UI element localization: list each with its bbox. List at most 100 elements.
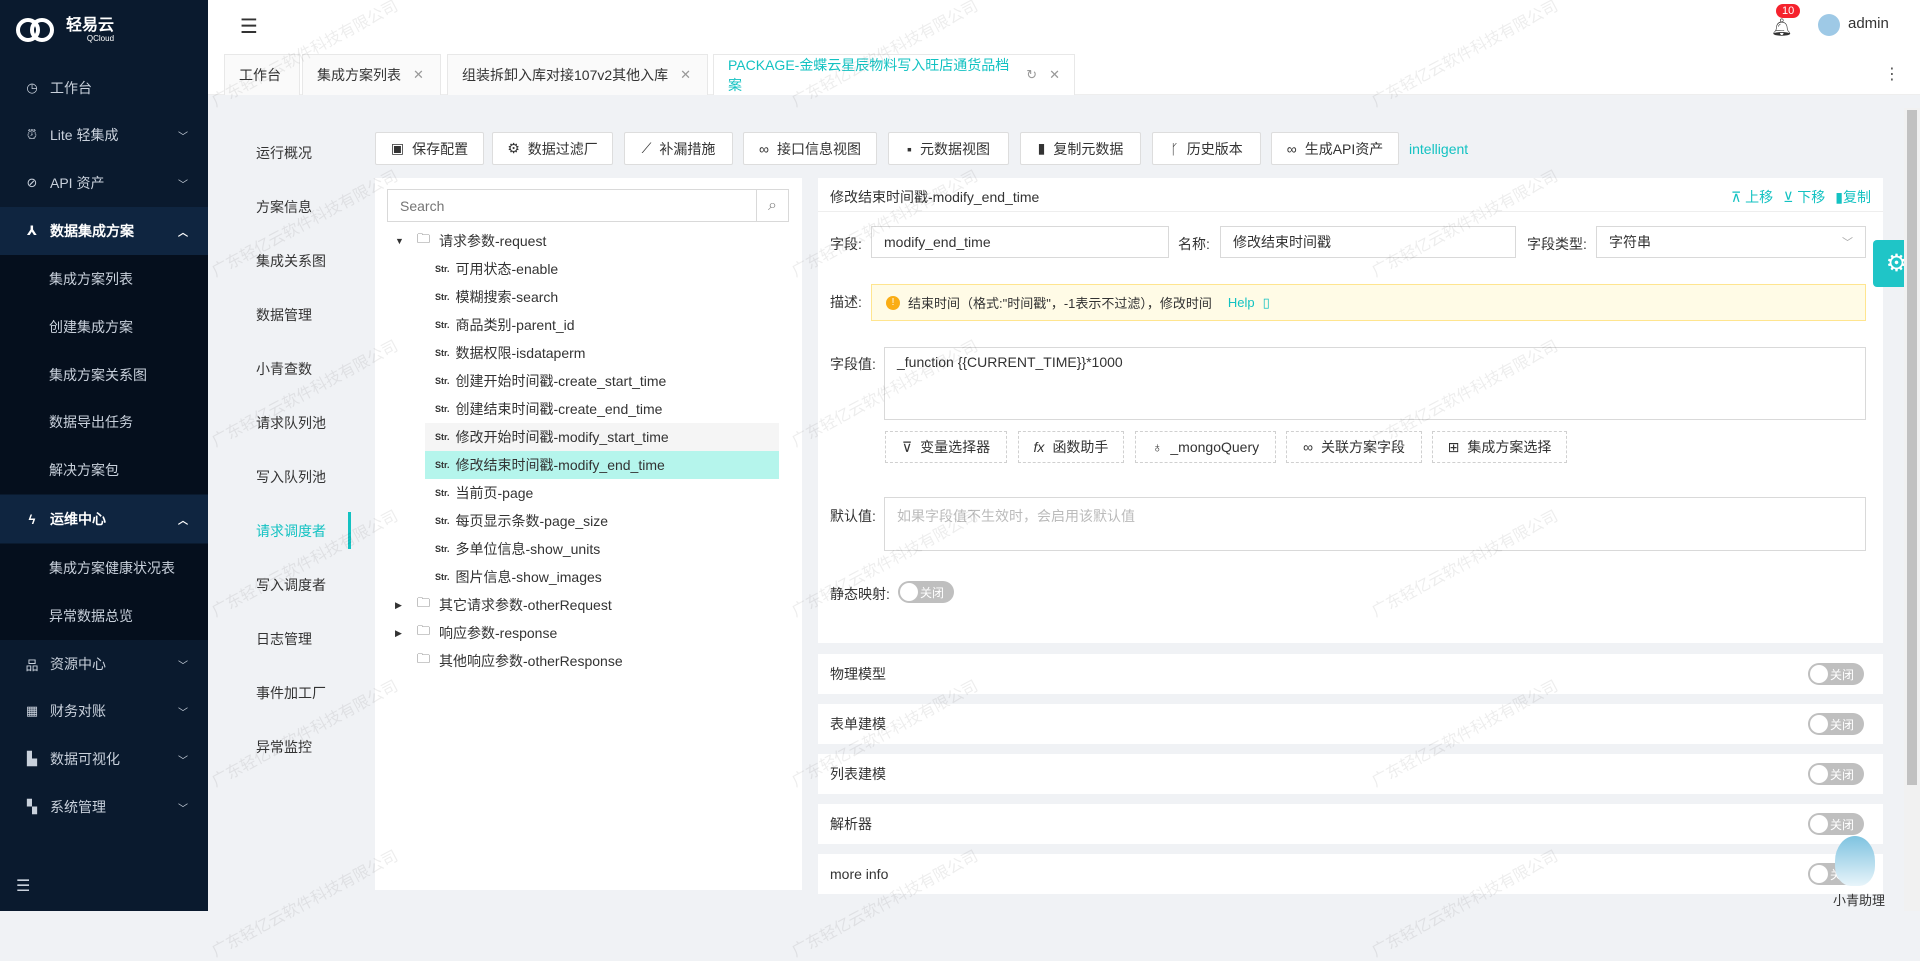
more-icon[interactable]: ⋮ xyxy=(1884,64,1900,84)
field-input[interactable]: modify_end_time xyxy=(871,226,1169,258)
subnav-item[interactable]: 事件加工厂 xyxy=(256,683,326,703)
subnav-item[interactable]: 请求调度者 xyxy=(256,521,326,541)
tab[interactable]: 工作台 xyxy=(224,54,300,95)
move-up-button[interactable]: ⊼ 上移 xyxy=(1731,187,1773,207)
name-input[interactable]: 修改结束时间戳 xyxy=(1220,226,1516,258)
tree-node[interactable]: 🗀︎ 其他响应参数-otherResponse xyxy=(387,647,791,675)
sidebar-item[interactable]: 集成方案健康状况表 xyxy=(0,544,208,592)
collapse-section[interactable]: 解析器 关闭 xyxy=(818,804,1883,844)
sidebar-item[interactable]: 异常数据总览 xyxy=(0,592,208,640)
close-icon[interactable]: ✕ xyxy=(413,67,424,83)
subnav-item[interactable]: 集成关系图 xyxy=(256,251,326,271)
sidebar-item[interactable]: ϟ 运维中心 ︿ xyxy=(0,495,208,543)
toolbar-button[interactable]: ∞ 接口信息视图 xyxy=(743,132,877,165)
avatar[interactable] xyxy=(1818,14,1840,36)
section-toggle[interactable]: 关闭 xyxy=(1808,763,1864,785)
search-icon[interactable]: ⌕ xyxy=(756,190,788,221)
close-icon[interactable]: ✕ xyxy=(1049,67,1060,83)
subnav-item[interactable]: 数据管理 xyxy=(256,305,312,325)
sidebar-item[interactable]: ▦ 财务对账 ﹀ xyxy=(0,687,208,735)
toolbar-button[interactable]: ᚴ 历史版本 xyxy=(1152,132,1261,165)
toolbar-button[interactable]: ⟋ 补漏措施 xyxy=(624,132,733,165)
sidebar-item[interactable]: ▚ 系统管理 ﹀ xyxy=(0,783,208,831)
tree-node[interactable]: Str. 修改结束时间戳-modify_end_time xyxy=(425,451,779,479)
tree-node[interactable]: ▶ 🗀︎ 其它请求参数-otherRequest xyxy=(387,591,791,619)
collapse-section[interactable]: more info关闭 xyxy=(818,854,1883,894)
tree-node[interactable]: ▼ 🗀︎ 请求参数-request xyxy=(387,227,791,255)
tree-node[interactable]: Str. 修改开始时间戳-modify_start_time xyxy=(425,423,779,451)
type-select[interactable]: 字符串 ﹀ xyxy=(1596,226,1866,258)
collapse-section[interactable]: 列表建模 关闭 xyxy=(818,754,1883,794)
sidebar-item[interactable]: ⏰︎ Lite 轻集成 ﹀ xyxy=(0,111,208,159)
subnav-item[interactable]: 小青查数 xyxy=(256,359,312,379)
subnav-item[interactable]: 写入调度者 xyxy=(256,575,326,595)
helper-button[interactable]: ∞ 关联方案字段 xyxy=(1286,431,1422,463)
subnav-item[interactable]: 异常监控 xyxy=(256,737,312,757)
tab[interactable]: PACKAGE-金蝶云星辰物料写入旺店通货品档案 ↻ ✕ xyxy=(713,54,1075,95)
sidebar-item[interactable]: ▙ 数据可视化 ﹀ xyxy=(0,735,208,783)
tab[interactable]: 组装拆卸入库对接107v2其他入库 ✕ xyxy=(447,54,708,95)
refresh-icon[interactable]: ↻ xyxy=(1026,67,1037,83)
tree-node[interactable]: ▶ 🗀︎ 响应参数-response xyxy=(387,619,791,647)
tree-node[interactable]: Str. 商品类别-parent_id xyxy=(425,311,779,339)
helper-button[interactable]: ⊽ 变量选择器 xyxy=(885,431,1007,463)
section-toggle[interactable]: 关闭 xyxy=(1808,713,1864,735)
sidebar-item[interactable]: 品资源中心 ﹀ xyxy=(0,640,208,688)
search-input[interactable] xyxy=(388,190,756,221)
sidebar-item[interactable]: ◷ 工作台 xyxy=(0,64,208,112)
tree-node[interactable]: Str. 创建开始时间戳-create_start_time xyxy=(425,367,779,395)
collapse-section[interactable]: 物理模型 关闭 xyxy=(818,654,1883,694)
subnav-item[interactable]: 写入队列池 xyxy=(256,467,326,487)
scrollbar[interactable] xyxy=(1904,108,1920,911)
subnav-item[interactable]: 方案信息 xyxy=(256,197,312,217)
external-doc-icon[interactable]: ▯ xyxy=(1263,295,1270,311)
copy-button[interactable]: ▮复制 xyxy=(1835,187,1871,207)
collapse-menu-icon[interactable]: ☰ xyxy=(16,876,30,896)
move-down-button[interactable]: ⊻ 下移 xyxy=(1783,187,1825,207)
user-name[interactable]: admin xyxy=(1848,15,1889,32)
toggle-sidebar-icon[interactable]: ☰ xyxy=(240,14,258,39)
subnav-item[interactable]: 日志管理 xyxy=(256,629,312,649)
sidebar-item[interactable]: 集成方案关系图 xyxy=(0,351,208,399)
help-link[interactable]: Help xyxy=(1228,295,1255,310)
tree-node[interactable]: Str. 模糊搜索-search xyxy=(425,283,779,311)
tree-node[interactable]: Str. 多单位信息-show_units xyxy=(425,535,779,563)
intelligent-link[interactable]: intelligent xyxy=(1409,141,1468,157)
tree-node[interactable]: Str. 数据权限-isdataperm xyxy=(425,339,779,367)
subnav-item[interactable]: 请求队列池 xyxy=(256,413,326,433)
tree-node[interactable]: Str. 创建结束时间戳-create_end_time xyxy=(425,395,779,423)
tree-node[interactable]: Str. 图片信息-show_images xyxy=(425,563,779,591)
section-toggle[interactable]: 关闭 xyxy=(1808,813,1864,835)
tree-node[interactable]: Str. 每页显示条数-page_size xyxy=(425,507,779,535)
assistant-label[interactable]: 小青助理 xyxy=(1833,890,1885,909)
tree-node[interactable]: Str. 当前页-page xyxy=(425,479,779,507)
scrollbar-thumb[interactable] xyxy=(1907,110,1917,785)
assistant-avatar[interactable] xyxy=(1835,836,1875,886)
sidebar-item[interactable]: ⅄ 数据集成方案 ︿ xyxy=(0,207,208,255)
helper-button[interactable]: fx 函数助手 xyxy=(1018,431,1124,463)
value-textarea[interactable]: _function {{CURRENT_TIME}}*1000 xyxy=(884,347,1866,420)
toolbar-button[interactable]: ∞ 生成API资产 xyxy=(1271,132,1399,165)
collapse-section[interactable]: 表单建模 关闭 xyxy=(818,704,1883,744)
default-textarea[interactable]: 如果字段值不生效时，会启用该默认值 xyxy=(884,497,1866,551)
section-toggle[interactable]: 关闭 xyxy=(1808,663,1864,685)
toolbar-button[interactable]: ▮ 复制元数据 xyxy=(1020,132,1141,165)
caret-right-icon[interactable]: ▶ xyxy=(395,600,413,611)
sidebar-item[interactable]: 解决方案包 xyxy=(0,446,208,494)
bell-icon[interactable]: 🔔︎ xyxy=(1771,18,1793,38)
tab[interactable]: 集成方案列表 ✕ xyxy=(302,54,441,95)
toolbar-button[interactable]: ⚙ 数据过滤厂 xyxy=(492,132,613,165)
helper-button[interactable]: ⊞ 集成方案选择 xyxy=(1432,431,1567,463)
sidebar-item[interactable]: 数据导出任务 xyxy=(0,398,208,446)
toolbar-button[interactable]: ▪ 元数据视图 xyxy=(888,132,1009,165)
toolbar-button[interactable]: ▣ 保存配置 xyxy=(375,132,484,165)
close-icon[interactable]: ✕ xyxy=(680,67,691,83)
helper-button[interactable]: ♁ _mongoQuery xyxy=(1135,431,1276,463)
caret-right-icon[interactable]: ▶ xyxy=(395,628,413,639)
subnav-item[interactable]: 运行概况 xyxy=(256,143,312,163)
caret-down-icon[interactable]: ▼ xyxy=(395,236,413,246)
sidebar-item[interactable]: ⊘ API 资产 ﹀ xyxy=(0,159,208,207)
sidebar-item[interactable]: 创建集成方案 xyxy=(0,303,208,351)
tree-node[interactable]: Str. 可用状态-enable xyxy=(425,255,779,283)
static-mapping-toggle[interactable]: 关闭 xyxy=(898,581,954,603)
